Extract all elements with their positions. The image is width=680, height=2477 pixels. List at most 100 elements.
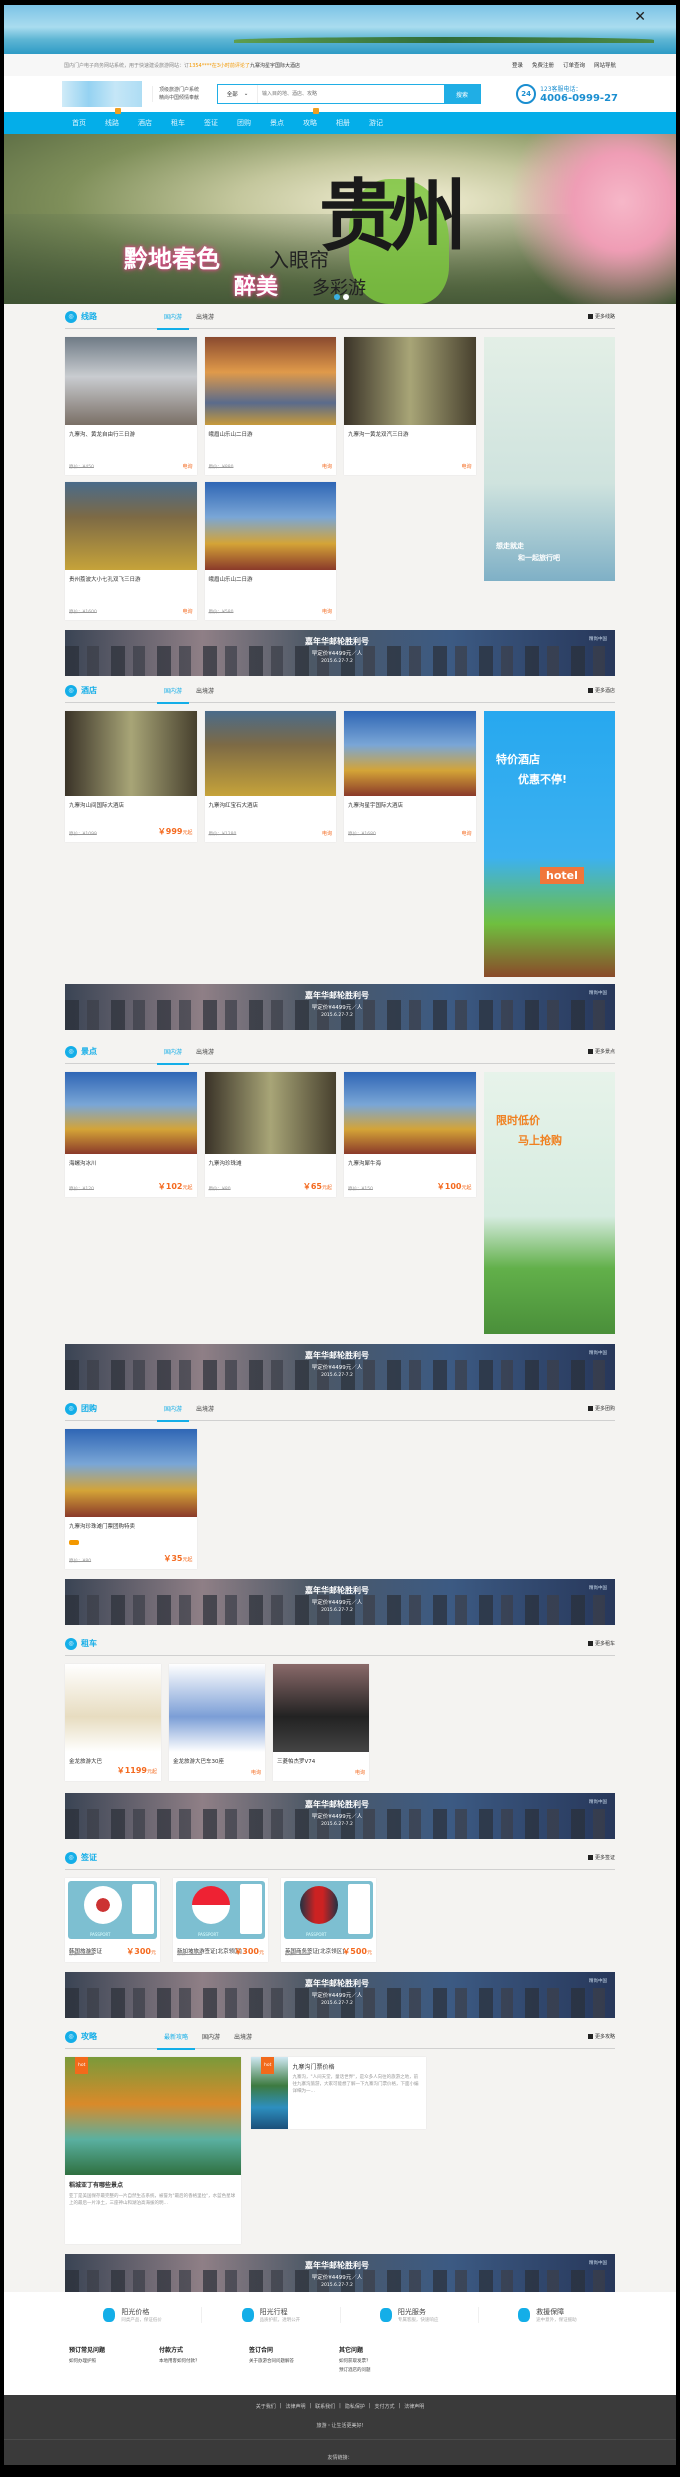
- tab-group[interactable]: 国内游: [157, 1397, 190, 1422]
- more-link[interactable]: 更多签证: [587, 1854, 615, 1861]
- promo-banner[interactable]: 嘉年华邮轮胜利号 早定价¥4499元／人 2015.6.27-7.2 精尚中国: [65, 1344, 615, 1390]
- top-link[interactable]: 免费注册: [532, 61, 554, 69]
- product-card[interactable]: 峨眉山乐山二日游 原价：¥580 电询: [204, 482, 337, 620]
- ask-price-link[interactable]: 电询: [461, 830, 471, 837]
- product-name[interactable]: 九寨沟犀牛海: [344, 1154, 476, 1167]
- ask-price-link[interactable]: 电询: [461, 463, 471, 470]
- nav-item[interactable]: 首页: [72, 112, 105, 134]
- product-card[interactable]: 九寨沟、黄龙自由行三日游 原价：¥450 电询: [65, 337, 197, 475]
- help-link[interactable]: 如何办理护照: [69, 2358, 159, 2364]
- ask-price-link[interactable]: 电询: [251, 1769, 261, 1776]
- guide-title[interactable]: 稻城亚丁有哪些景点: [65, 2175, 241, 2189]
- nav-item[interactable]: 攻略: [303, 108, 336, 134]
- footer-link[interactable]: 支付方式: [375, 2403, 395, 2410]
- tab-hotel[interactable]: 国内游: [157, 679, 190, 704]
- product-card[interactable]: 贵州荔波大小七孔双飞三日游 原价：¥1600 电询: [65, 482, 197, 620]
- nav-item[interactable]: 相册: [336, 112, 369, 134]
- product-name[interactable]: 峨眉山乐山二日游: [205, 570, 337, 583]
- product-card[interactable]: 九寨沟一黄龙双汽三日游电询: [344, 337, 476, 475]
- tab-scenic[interactable]: 出境游: [189, 1040, 221, 1064]
- product-card[interactable]: 金龙旅游大巴 ￥1199元起: [65, 1664, 161, 1781]
- help-link[interactable]: 如何获取发票？: [339, 2358, 429, 2364]
- more-link[interactable]: 更多攻略: [587, 2033, 615, 2040]
- footer-link[interactable]: 隐私保护: [345, 2403, 365, 2410]
- guide-card-small[interactable]: hot 九寨沟门票价格 九寨沟，"人间天堂，童话世界"，是众多人向往的旅游之地，前往…: [251, 2057, 426, 2129]
- product-name[interactable]: 海螺沟冰川: [65, 1154, 197, 1167]
- footer-link[interactable]: 关于我们: [256, 2403, 276, 2410]
- ask-price-link[interactable]: 电询: [182, 463, 192, 470]
- top-link[interactable]: 订单查询: [563, 61, 585, 69]
- product-card[interactable]: 九寨沟星宇国际大酒店 原价：¥1680 电询: [344, 711, 476, 842]
- nav-item[interactable]: 景点: [270, 112, 303, 134]
- product-card[interactable]: 九寨沟珍珠滩 原价：¥80 ￥65元起: [204, 1072, 337, 1197]
- promo-banner[interactable]: 嘉年华邮轮胜利号 早定价¥4499元／人 2015.6.27-7.2 精尚中国: [65, 1579, 615, 1625]
- tab-scenic[interactable]: 国内游: [157, 1040, 190, 1065]
- tab-guide[interactable]: 最新攻略: [157, 2025, 196, 2050]
- search-scope-select[interactable]: 全部 ⌄: [218, 85, 259, 103]
- nav-item[interactable]: 酒店: [138, 112, 171, 134]
- product-card[interactable]: 九寨沟珍珠滩门票团购特卖 原价：¥80 ￥35元起: [65, 1429, 197, 1569]
- help-link[interactable]: 预订酒店的问题: [339, 2367, 429, 2373]
- more-link[interactable]: 更多酒店: [587, 687, 615, 694]
- promo-banner[interactable]: 嘉年华邮轮胜利号 早定价¥4499元／人 2015.6.27-7.2 精尚中国: [65, 1972, 615, 2018]
- logo[interactable]: [62, 81, 142, 107]
- nav-item[interactable]: 团购: [237, 112, 270, 134]
- nav-item[interactable]: 租车: [171, 112, 204, 134]
- product-card[interactable]: 金龙旅游大巴车30座电询: [169, 1664, 265, 1781]
- product-name[interactable]: 九寨沟红宝石大酒店: [205, 796, 337, 809]
- product-name[interactable]: 九寨沟珍珠滩: [205, 1154, 337, 1167]
- side-ad-hotel[interactable]: 特价酒店 优惠不停! hotel: [484, 711, 615, 977]
- product-card[interactable]: PASSPORT 新加坡旅游签证[北京领区] 原价：¥500 ￥300元: [173, 1878, 268, 1962]
- search-input[interactable]: [258, 85, 445, 103]
- promo-banner[interactable]: 嘉年华邮轮胜利号 早定价¥4499元／人 2015.6.27-7.2 精尚中国: [65, 1793, 615, 1839]
- ask-price-link[interactable]: 电询: [322, 608, 332, 615]
- side-ad-scenic[interactable]: 限时低价 马上抢购: [484, 1072, 615, 1334]
- promo-banner[interactable]: 嘉年华邮轮胜利号 早定价¥4499元／人 2015.6.27-7.2 精尚中国: [65, 984, 615, 1030]
- nav-item[interactable]: 游记: [369, 112, 402, 134]
- help-link[interactable]: 关于旅游合同问题解答: [249, 2358, 339, 2364]
- more-link[interactable]: 更多景点: [587, 1048, 615, 1055]
- product-name[interactable]: 贵州荔波大小七孔双飞三日游: [65, 570, 197, 583]
- carousel-dot[interactable]: [334, 294, 340, 300]
- tab-hotel[interactable]: 出境游: [189, 679, 221, 703]
- footer-link[interactable]: 法律声明: [285, 2403, 305, 2410]
- more-link[interactable]: 更多线路: [587, 313, 615, 320]
- help-link[interactable]: 本地用客如何付款？: [159, 2358, 249, 2364]
- search-button[interactable]: 搜索: [444, 85, 481, 103]
- footer-link[interactable]: 联系我们: [315, 2403, 335, 2410]
- hero-banner[interactable]: 贵州 黔地春色 入眼帘 醉美 多彩游: [4, 134, 676, 304]
- product-card[interactable]: 九寨沟红宝石大酒店 原价：¥1280 电询: [204, 711, 337, 842]
- side-ad-lines[interactable]: 想走就走 和一起旅行吧: [484, 337, 615, 581]
- product-name[interactable]: 九寨沟山间国际大酒店: [65, 796, 197, 809]
- product-name[interactable]: 金龙旅游大巴: [65, 1752, 161, 1765]
- product-card[interactable]: PASSPORT 韩国旅游签证 原价：¥500 ￥300元: [65, 1878, 160, 1962]
- more-link[interactable]: 更多租车: [587, 1640, 615, 1647]
- product-name[interactable]: 九寨沟珍珠滩门票团购特卖: [65, 1517, 197, 1530]
- ask-price-link[interactable]: 电询: [182, 608, 192, 615]
- product-name[interactable]: 九寨沟、黄龙自由行三日游: [65, 425, 197, 438]
- product-card[interactable]: 九寨沟犀牛海 原价：¥150 ￥100元起: [344, 1072, 476, 1197]
- top-link[interactable]: 登录: [512, 61, 523, 69]
- more-link[interactable]: 更多团购: [587, 1405, 615, 1412]
- product-card[interactable]: 九寨沟山间国际大酒店 原价：¥1099 ￥999元起: [65, 711, 197, 842]
- tab-guide[interactable]: 国内游: [195, 2025, 227, 2049]
- top-link[interactable]: 网站导航: [594, 61, 616, 69]
- nav-item[interactable]: 签证: [204, 112, 237, 134]
- product-card[interactable]: PASSPORT 英国商务签证[北京领区] 原价：¥600 ￥500元: [281, 1878, 376, 1962]
- ask-price-link[interactable]: 电询: [355, 1769, 365, 1776]
- top-ad-banner[interactable]: ✕: [4, 5, 676, 54]
- product-name[interactable]: 峨眉山乐山二日游: [205, 425, 337, 438]
- product-name[interactable]: 九寨沟一黄龙双汽三日游: [344, 425, 476, 438]
- footer-link[interactable]: 法律声明: [404, 2403, 424, 2410]
- close-icon[interactable]: ✕: [634, 9, 646, 25]
- tab-lines[interactable]: 出境游: [189, 305, 221, 329]
- product-card[interactable]: 峨眉山乐山二日游 原价：¥880 电询: [204, 337, 337, 475]
- carousel-dot[interactable]: [343, 294, 349, 300]
- ask-price-link[interactable]: 电询: [322, 463, 332, 470]
- ask-price-link[interactable]: 电询: [322, 830, 332, 837]
- tab-guide[interactable]: 出境游: [227, 2025, 259, 2049]
- promo-banner[interactable]: 嘉年华邮轮胜利号 早定价¥4499元／人 2015.6.27-7.2 精尚中国: [65, 630, 615, 676]
- product-name[interactable]: 九寨沟星宇国际大酒店: [344, 796, 476, 809]
- tab-group[interactable]: 出境游: [189, 1397, 221, 1421]
- product-name[interactable]: 金龙旅游大巴车30座: [169, 1752, 265, 1765]
